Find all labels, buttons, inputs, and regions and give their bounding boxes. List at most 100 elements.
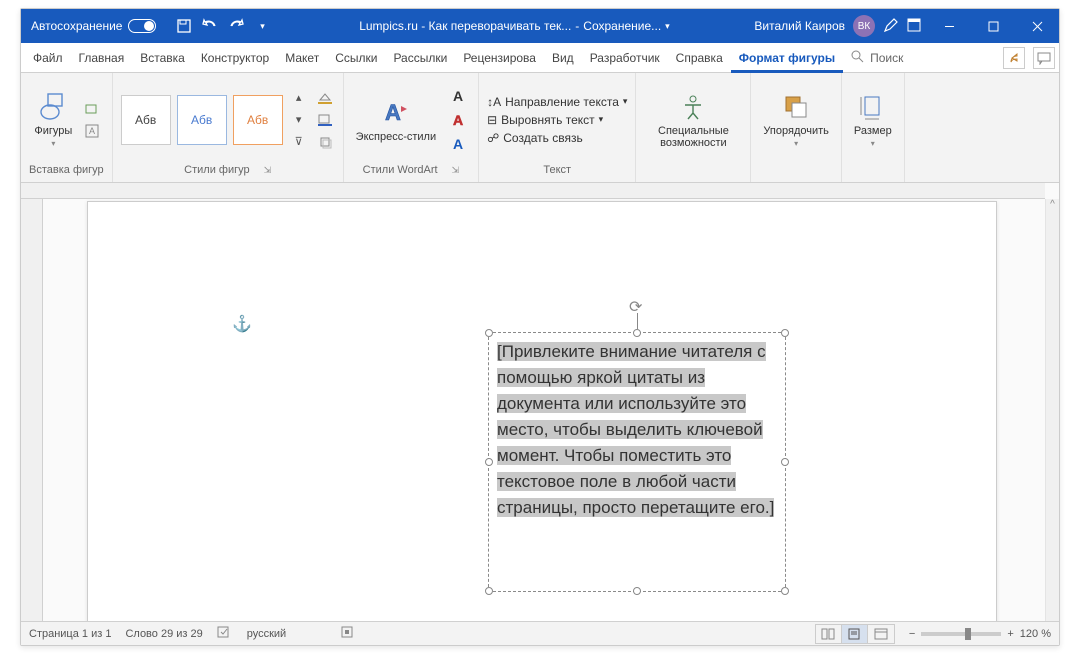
search-box[interactable]: Поиск [843,50,911,66]
ribbon: Фигуры ▾ A Вставка фигур Абв Абв Абв ▴ ▾… [21,73,1059,183]
save-icon[interactable] [176,18,192,34]
autosave-toggle[interactable] [128,19,156,33]
shape-style-3[interactable]: Абв [233,95,283,145]
ribbon-display-icon[interactable] [907,18,921,35]
size-button[interactable]: Размер ▾ [850,89,896,150]
shape-fill-icon[interactable] [315,88,335,108]
document-title: Lumpics.ru - Как переворачивать тек... -… [280,19,748,33]
window-controls [927,9,1059,43]
shapes-button[interactable]: Фигуры ▾ [30,89,76,150]
page-status[interactable]: Страница 1 из 1 [29,628,111,640]
zoom-in-button[interactable]: + [1007,628,1013,640]
create-link-button[interactable]: ☍Создать связь [487,131,627,145]
tab-file[interactable]: Файл [25,43,71,73]
group-label: Текст [543,164,571,176]
resize-handle[interactable] [781,587,789,595]
resize-handle[interactable] [781,458,789,466]
resize-handle[interactable] [633,587,641,595]
quick-styles-button[interactable]: A Экспресс-стили [352,95,440,145]
macro-icon[interactable] [340,625,354,642]
text-outline-icon[interactable]: A [446,111,470,129]
group-shape-styles: Абв Абв Абв ▴ ▾ ⊽ Стили фигур⇲ [113,73,344,182]
text-direction-button[interactable]: ↕AНаправление текста▾ [487,95,627,109]
redo-icon[interactable] [228,18,244,34]
spellcheck-icon[interactable] [217,625,233,642]
group-wordart-styles: A Экспресс-стили A A A Стили WordArt⇲ [344,73,479,182]
text-box-content[interactable]: [Привлеките внимание читателя с помощью … [489,333,785,527]
size-icon [857,91,889,123]
tab-design[interactable]: Конструктор [193,43,277,73]
rotate-handle-icon[interactable]: ⟳ [629,297,645,313]
resize-handle[interactable] [485,329,493,337]
avatar[interactable]: ВК [853,15,875,37]
document-page[interactable]: ⚓ ⟳ [Привлеките внимание читателя с помо… [87,201,997,621]
shapes-icon [37,91,69,123]
word-count[interactable]: Слово 29 из 29 [125,628,202,640]
zoom-out-button[interactable]: − [909,628,915,640]
tab-references[interactable]: Ссылки [327,43,385,73]
resize-handle[interactable] [781,329,789,337]
resize-handle[interactable] [485,458,493,466]
zoom-slider[interactable] [921,632,1001,636]
tab-layout[interactable]: Макет [277,43,327,73]
vertical-ruler[interactable] [21,199,43,621]
shape-style-1[interactable]: Абв [121,95,171,145]
close-button[interactable] [1015,9,1059,43]
gallery-more-icon[interactable]: ⊽ [289,132,309,152]
vertical-scrollbar[interactable] [1045,199,1059,621]
read-mode-icon[interactable] [816,625,842,643]
comments-button[interactable] [1033,47,1055,69]
dialog-launcher-icon[interactable]: ⇲ [264,165,272,176]
undo-icon[interactable] [202,18,218,34]
tab-help[interactable]: Справка [668,43,731,73]
resize-handle[interactable] [485,587,493,595]
text-effects-icon[interactable]: A [446,135,470,153]
shape-effects-icon[interactable] [315,132,335,152]
tab-home[interactable]: Главная [71,43,133,73]
search-placeholder: Поиск [870,51,903,65]
horizontal-ruler[interactable] [21,183,1045,199]
zoom-level[interactable]: 120 % [1020,628,1051,640]
autosave-group: Автосохранение [21,19,166,33]
draw-textbox-icon[interactable]: A [82,121,102,141]
wordart-icon: A [380,97,412,129]
anchor-icon: ⚓ [232,314,252,334]
tab-review[interactable]: Рецензирова [455,43,544,73]
ribbon-tabs: Файл Главная Вставка Конструктор Макет С… [21,43,1059,73]
maximize-button[interactable] [971,9,1015,43]
tab-mailings[interactable]: Рассылки [385,43,455,73]
language-status[interactable]: русский [247,628,286,640]
accessibility-button[interactable]: Специальные возможности [644,89,742,151]
gallery-down-icon[interactable]: ▾ [289,110,309,130]
tab-insert[interactable]: Вставка [132,43,193,73]
user-name: Виталий Каиров [754,19,845,33]
status-bar: Страница 1 из 1 Слово 29 из 29 русский −… [21,621,1059,645]
link-icon: ☍ [487,131,499,145]
accessibility-icon [677,91,709,123]
text-fill-icon[interactable]: A [446,87,470,105]
svg-text:A: A [385,100,401,125]
pen-icon[interactable] [883,17,899,36]
minimize-button[interactable] [927,9,971,43]
view-buttons [815,624,895,644]
gallery-up-icon[interactable]: ▴ [289,88,309,108]
tab-shape-format[interactable]: Формат фигуры [731,43,843,73]
qat-dropdown-icon[interactable]: ▾ [254,18,270,34]
align-text-button[interactable]: ⊟Выровнять текст▾ [487,113,627,127]
user-area: Виталий Каиров ВК [748,15,927,37]
group-insert-shapes: Фигуры ▾ A Вставка фигур [21,73,113,182]
resize-handle[interactable] [633,329,641,337]
dialog-launcher-icon[interactable]: ⇲ [452,165,460,176]
text-box[interactable]: ⟳ [Привлеките внимание читателя с помощь… [488,332,786,592]
shape-style-2[interactable]: Абв [177,95,227,145]
tab-developer[interactable]: Разработчик [582,43,668,73]
document-area: ⚓ ⟳ [Привлеките внимание читателя с помо… [21,183,1059,621]
share-button[interactable] [1003,47,1025,69]
print-layout-icon[interactable] [842,625,868,643]
arrange-button[interactable]: Упорядочить ▾ [759,89,832,150]
svg-text:A: A [89,126,95,136]
shape-outline-icon[interactable] [315,110,335,130]
web-layout-icon[interactable] [868,625,894,643]
tab-view[interactable]: Вид [544,43,582,73]
edit-shape-icon[interactable] [82,99,102,119]
